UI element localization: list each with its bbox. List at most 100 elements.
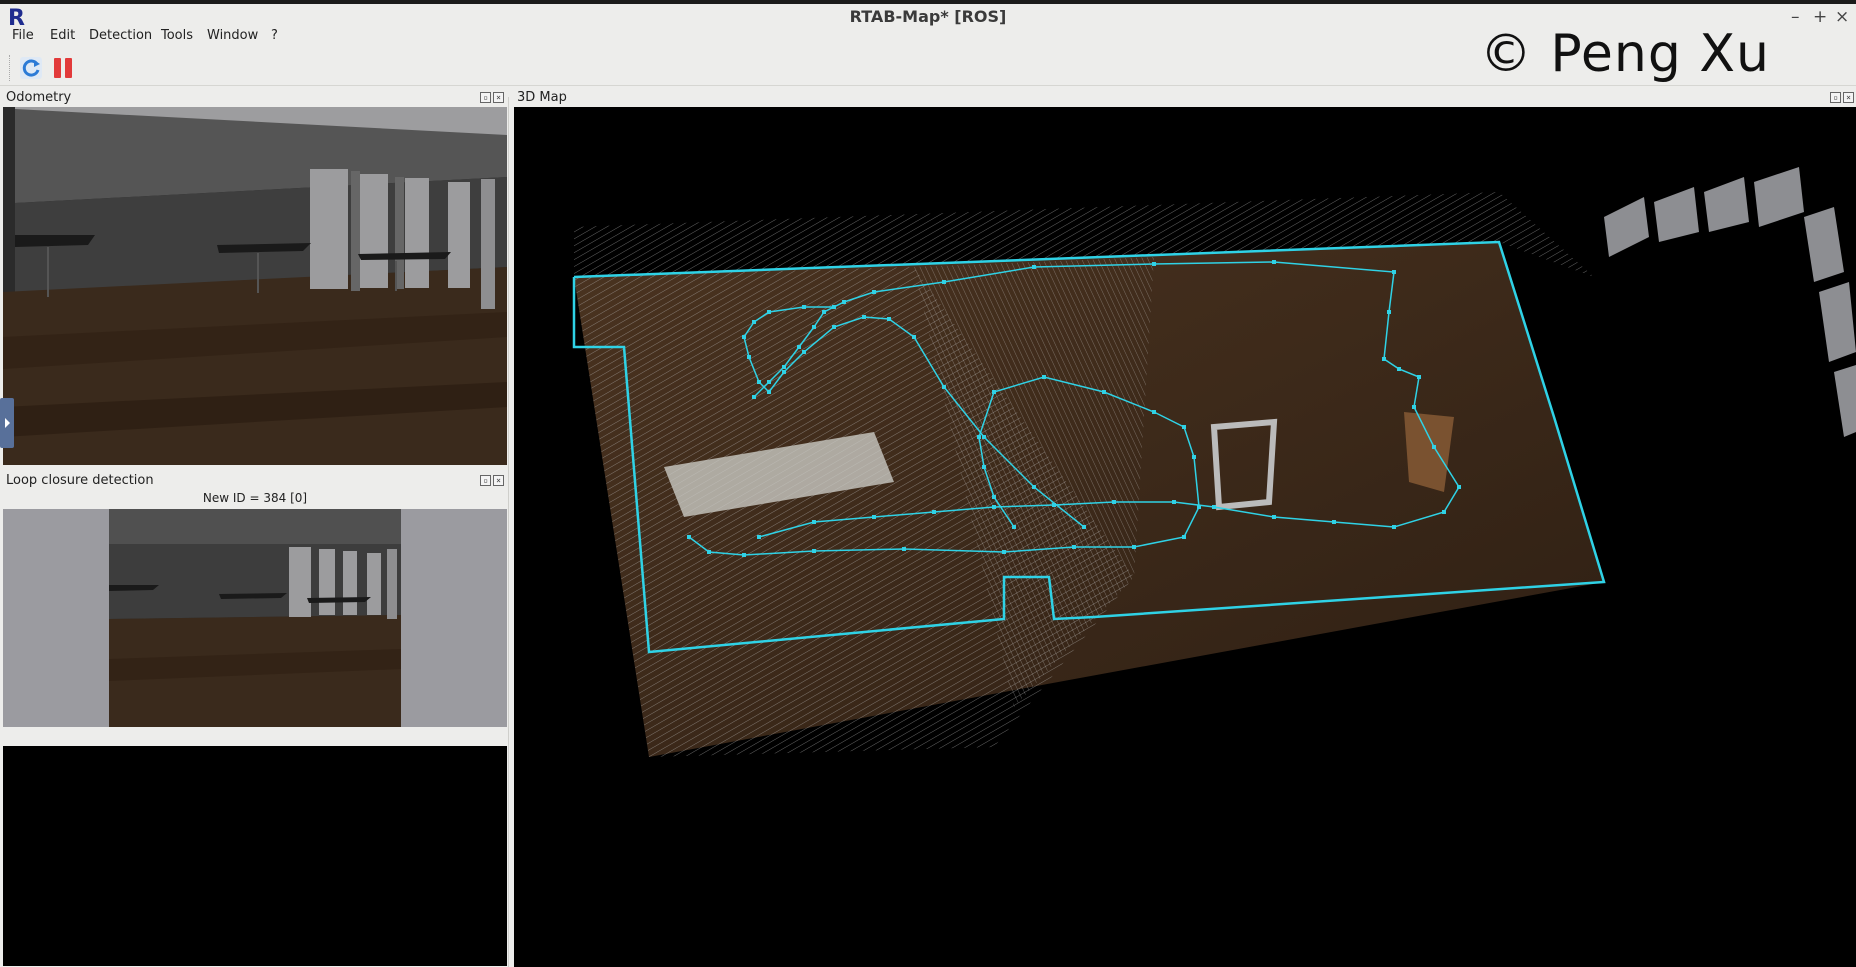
trajectory-node (812, 549, 816, 553)
loop-closure-dock-title: Loop closure detection (6, 473, 154, 488)
trajectory-node (1412, 405, 1416, 409)
trajectory-node (757, 380, 761, 384)
trajectory-node (1082, 525, 1086, 529)
trajectory-node (942, 280, 946, 284)
trajectory-node (742, 553, 746, 557)
trajectory-node (1112, 500, 1116, 504)
trajectory-node (1182, 535, 1186, 539)
trajectory-node (742, 335, 746, 339)
trajectory-node (1032, 265, 1036, 269)
trajectory-node (832, 325, 836, 329)
trajectory-node (1102, 390, 1106, 394)
trajectory-node (862, 315, 866, 319)
odometry-dock-title: Odometry (6, 90, 72, 105)
trajectory-node (1272, 260, 1276, 264)
map3d-dock-title: 3D Map (517, 90, 567, 105)
trajectory-node (1332, 520, 1336, 524)
trajectory-node (1192, 455, 1196, 459)
loop-closure-status: New ID = 384 [0] (202, 491, 308, 505)
trajectory-node (1002, 550, 1006, 554)
trajectory-node (912, 335, 916, 339)
trajectory-node (1457, 485, 1461, 489)
loop-closure-close-button[interactable]: × (493, 475, 504, 486)
trajectory-node (842, 300, 846, 304)
menu-edit[interactable]: Edit (50, 28, 75, 43)
odometry-camera-view[interactable] (3, 107, 507, 465)
trajectory-node (782, 370, 786, 374)
trajectory-node (1432, 445, 1436, 449)
trajectory-node (1152, 262, 1156, 266)
trajectory-node (1152, 410, 1156, 414)
trajectory-node (802, 350, 806, 354)
trajectory-node (887, 317, 891, 321)
loop-closure-view[interactable] (3, 509, 507, 727)
menu-tools[interactable]: Tools (161, 28, 193, 43)
trajectory-node (782, 365, 786, 369)
map3d-close-button[interactable]: × (1843, 92, 1854, 103)
trajectory-node (1382, 357, 1386, 361)
trajectory-node (757, 535, 761, 539)
trajectory-node (797, 345, 801, 349)
trajectory-node (992, 390, 996, 394)
loop-closure-image (3, 509, 507, 727)
trajectory-node (1052, 503, 1056, 507)
trajectory-node (767, 380, 771, 384)
refresh-button[interactable] (18, 55, 44, 81)
trajectory-node (872, 515, 876, 519)
trajectory-node (982, 465, 986, 469)
toolbar-grip (9, 55, 12, 81)
map-3d-canvas (572, 167, 1856, 757)
trajectory-node (932, 510, 936, 514)
trajectory-node (752, 320, 756, 324)
trajectory-node (1392, 270, 1396, 274)
loop-closure-float-button[interactable]: ▫ (480, 475, 491, 486)
trajectory-node (1072, 545, 1076, 549)
trajectory-node (872, 290, 876, 294)
trajectory-node (1397, 367, 1401, 371)
trajectory-node (752, 395, 756, 399)
trajectory-node (1387, 310, 1391, 314)
trajectory-node (812, 325, 816, 329)
trajectory-node (812, 520, 816, 524)
map3d-float-button[interactable]: ▫ (1830, 92, 1841, 103)
trajectory-node (942, 385, 946, 389)
menu-window[interactable]: Window (207, 28, 258, 43)
trajectory-node (977, 435, 981, 439)
menu-file[interactable]: File (12, 28, 34, 43)
trajectory-node (982, 435, 986, 439)
trajectory-node (767, 390, 771, 394)
maximize-button[interactable]: + (1813, 7, 1827, 27)
close-button[interactable]: × (1835, 7, 1849, 27)
trajectory-node (992, 495, 996, 499)
map-3d-view[interactable] (514, 107, 1856, 967)
trajectory-node (1132, 545, 1136, 549)
menu-detection[interactable]: Detection (89, 28, 152, 43)
trajectory-node (1172, 500, 1176, 504)
menu-help[interactable]: ? (271, 28, 278, 43)
trajectory-node (747, 355, 751, 359)
odometry-camera-image (3, 107, 507, 465)
trajectory-node (1442, 510, 1446, 514)
trajectory-node (802, 305, 806, 309)
pause-icon (54, 58, 72, 78)
loop-closure-secondary-view[interactable] (3, 746, 507, 966)
trajectory-node (1272, 515, 1276, 519)
trajectory-node (1012, 525, 1016, 529)
trajectory-node (707, 550, 711, 554)
loop-closure-spacer (3, 727, 507, 746)
side-panel-handle[interactable] (0, 398, 14, 448)
trajectory-node (1197, 505, 1201, 509)
trajectory-node (902, 547, 906, 551)
trajectory-node (1032, 485, 1036, 489)
refresh-icon (20, 57, 42, 79)
pause-button[interactable] (50, 55, 76, 81)
odometry-float-button[interactable]: ▫ (480, 92, 491, 103)
trajectory-node (832, 305, 836, 309)
toolbar (0, 51, 1856, 86)
trajectory-node (767, 310, 771, 314)
arrow-right-icon (5, 418, 10, 428)
trajectory-node (687, 535, 691, 539)
odometry-close-button[interactable]: × (493, 92, 504, 103)
trajectory-node (1042, 375, 1046, 379)
minimize-button[interactable]: – (1791, 7, 1800, 27)
